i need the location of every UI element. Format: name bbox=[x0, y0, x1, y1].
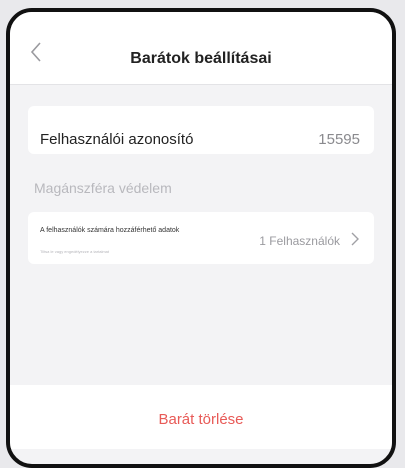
user-id-value: 15595 bbox=[318, 131, 360, 148]
privacy-section-title: Magánszféra védelem bbox=[34, 180, 172, 196]
phone-frame: Barátok beállításai Felhasználói azonosí… bbox=[6, 8, 396, 468]
page-title: Barátok beállításai bbox=[130, 50, 272, 67]
delete-friend-label: Barát törlése bbox=[158, 411, 244, 428]
nav-bar: Barátok beállításai bbox=[10, 12, 392, 85]
privacy-item-description: Tiltsa le vagy engedélyezze a tartalmat bbox=[40, 249, 109, 254]
user-id-row: Felhasználói azonosító 15595 bbox=[28, 106, 374, 154]
user-id-label: Felhasználói azonosító bbox=[40, 131, 194, 148]
privacy-item-label: A felhasználók számára hozzáférhető adat… bbox=[40, 227, 180, 234]
chevron-right-icon bbox=[351, 232, 359, 246]
delete-friend-button[interactable]: Barát törlése bbox=[10, 385, 392, 449]
privacy-item-value: 1 Felhasználók bbox=[259, 234, 340, 248]
privacy-item-row[interactable]: A felhasználók számára hozzáférhető adat… bbox=[28, 212, 374, 264]
